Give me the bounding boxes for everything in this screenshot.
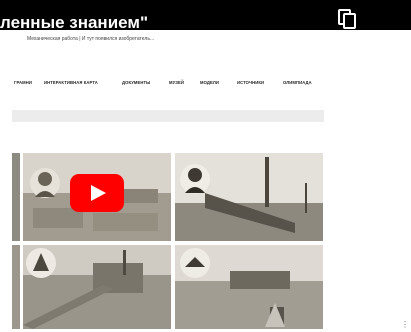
nav-item-olympiad[interactable]: ОЛИМПИАДА bbox=[283, 80, 312, 85]
site-nav: ГРАМНИ ИНТЕРАКТИВНАЯ КАРТА ДОКУМЕНТЫ МУЗ… bbox=[0, 77, 326, 87]
nav-item-sources[interactable]: ИСТОЧНИКИ bbox=[237, 80, 264, 85]
factory-photo-image bbox=[175, 153, 323, 241]
more-dots-icon[interactable]: ⋮ bbox=[401, 320, 409, 329]
nav-item-programs[interactable]: ГРАМНИ bbox=[14, 80, 32, 85]
nav-item-map[interactable]: ИНТЕРАКТИВНАЯ КАРТА bbox=[44, 80, 98, 85]
nav-item-models[interactable]: МОДЕЛИ bbox=[200, 80, 219, 85]
copy-label: Копирова bbox=[316, 37, 361, 48]
video-top-bar: ленные знанием" bbox=[0, 0, 411, 30]
copy-icon-top[interactable] bbox=[336, 8, 358, 30]
monument-photo-image bbox=[175, 245, 323, 329]
site-subtitle: Механическая работа | И тут появился изо… bbox=[27, 36, 155, 42]
youtube-play-icon[interactable] bbox=[70, 174, 124, 212]
plant-photo-image bbox=[23, 245, 171, 329]
tile-edge-top bbox=[12, 153, 20, 241]
nav-item-museum[interactable]: МУЗЕЙ bbox=[169, 80, 184, 85]
right-margin bbox=[326, 30, 411, 332]
video-title-text: ленные знанием" bbox=[0, 13, 149, 30]
page-bar bbox=[12, 110, 324, 122]
photo-tile-monument[interactable] bbox=[175, 245, 323, 329]
photo-tile-factory[interactable] bbox=[175, 153, 323, 241]
tile-edge-bottom bbox=[12, 245, 20, 329]
photo-tile-plant[interactable] bbox=[23, 245, 171, 329]
nav-item-documents[interactable]: ДОКУМЕНТЫ bbox=[122, 80, 150, 85]
